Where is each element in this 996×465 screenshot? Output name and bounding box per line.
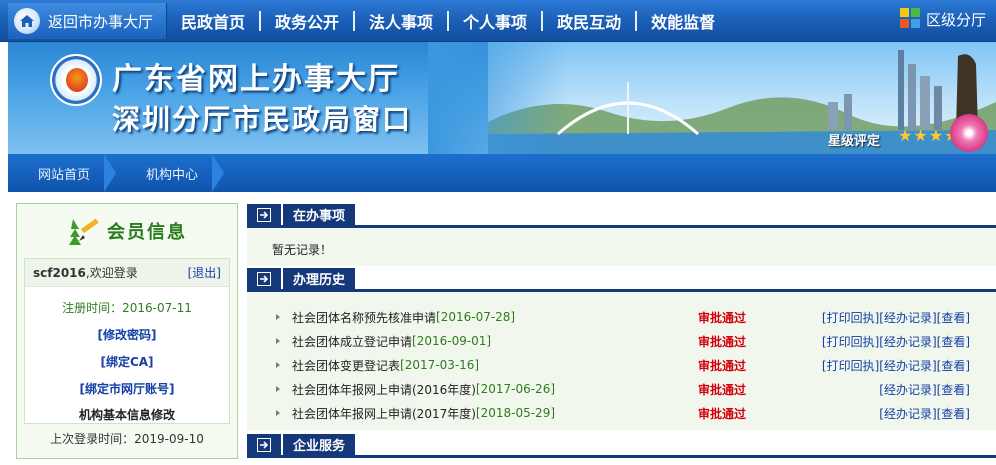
member-info-panel: 会员信息 scf2016,欢迎登录 [退出] 注册时间：2016-07-11 […	[16, 203, 238, 459]
history-item-status: 审批通过	[698, 310, 747, 325]
bind-account-link[interactable]: [绑定市网厅账号]	[25, 380, 229, 397]
bullet-icon	[276, 314, 280, 320]
section-header-in-progress: 在办事项	[247, 204, 996, 228]
section-title-history: 办理历史	[283, 268, 356, 289]
history-item-date: [2016-09-01]	[412, 334, 492, 348]
org-info-edit-link[interactable]: 机构基本信息修改	[25, 406, 229, 423]
member-info-header: 会员信息	[17, 204, 237, 258]
district-branch-link[interactable]: 区级分厅	[899, 8, 986, 30]
flower-decoration	[950, 114, 988, 152]
nav-separator	[353, 11, 356, 31]
banner-title-line1: 广东省网上办事大厅	[112, 62, 400, 97]
history-item-name[interactable]: 社会团体变更登记表	[292, 357, 400, 374]
member-info-title: 会员信息	[107, 222, 187, 243]
nav-separator	[447, 11, 450, 31]
history-item-status: 审批通过	[698, 358, 747, 373]
member-detail-box: scf2016,欢迎登录 [退出] 注册时间：2016-07-11 [修改密码]…	[24, 258, 230, 424]
section-title-in-progress: 在办事项	[283, 204, 356, 225]
guangdong-logo	[50, 54, 102, 106]
site-banner: 广东省网上办事大厅 深圳分厅市民政局窗口 星级评定 ★★★★★	[8, 42, 996, 154]
banner-fade	[428, 42, 568, 154]
breadcrumb-site-home[interactable]: 网站首页	[8, 154, 104, 192]
last-login-time: 上次登录时间：2019-09-10	[50, 432, 204, 446]
nav-personal[interactable]: 个人事项	[449, 9, 541, 33]
welcome-row: scf2016,欢迎登录 [退出]	[25, 259, 229, 287]
history-row[interactable]: 社会团体年报网上申请(2016年度) [2017-06-26] 审批通过 [经办记…	[270, 378, 990, 400]
nav-civil-home[interactable]: 民政首页	[167, 9, 259, 33]
history-item-date: [2018-05-29]	[475, 406, 556, 420]
in-progress-body	[247, 228, 996, 266]
breadcrumb-org-center[interactable]: 机构中心	[116, 154, 212, 192]
return-home-button[interactable]: 返回市办事大厅	[8, 3, 167, 39]
bind-ca-link[interactable]: [绑定CA]	[25, 353, 229, 370]
history-item-name[interactable]: 社会团体年报网上申请(2017年度)	[292, 405, 476, 422]
main-nav: 民政首页 政务公开 法人事项 个人事项 政民互动 效能监督	[167, 0, 729, 42]
top-nav-bar: 返回市办事大厅 民政首页 政务公开 法人事项 个人事项 政民互动 效能监督 区级…	[0, 0, 996, 42]
arrow-right-icon	[247, 434, 281, 455]
history-item-status: 审批通过	[698, 382, 747, 397]
nav-interaction[interactable]: 政民互动	[543, 9, 635, 33]
section-title-enterprise: 企业服务	[283, 434, 356, 455]
breadcrumb: 网站首页 机构中心	[8, 154, 996, 192]
nav-separator	[635, 11, 638, 31]
logout-link[interactable]: [退出]	[188, 264, 221, 281]
username: scf2016	[33, 266, 86, 280]
history-item-actions[interactable]: [打印回执][经办记录][查看]	[822, 357, 970, 374]
nav-gov-affairs[interactable]: 政务公开	[261, 9, 353, 33]
history-row[interactable]: 社会团体变更登记表 [2017-03-16] 审批通过 [打印回执][经办记录][…	[270, 354, 990, 376]
history-item-name[interactable]: 社会团体年报网上申请(2016年度)	[292, 381, 476, 398]
history-item-actions[interactable]: [经办记录][查看]	[879, 381, 970, 398]
welcome-line: scf2016,欢迎登录	[33, 264, 138, 281]
section-header-enterprise: 企业服务	[247, 434, 996, 458]
history-item-status: 审批通过	[698, 334, 747, 349]
nav-legal-entity[interactable]: 法人事项	[355, 9, 447, 33]
history-row[interactable]: 社会团体成立登记申请 [2016-09-01] 审批通过 [打印回执][经办记录]…	[270, 330, 990, 352]
return-home-label: 返回市办事大厅	[48, 12, 154, 31]
empty-record-text: 暂无记录！	[272, 243, 333, 257]
history-item-name[interactable]: 社会团体成立登记申请	[292, 333, 412, 350]
breadcrumb-arrow	[212, 154, 225, 192]
nav-separator	[259, 11, 262, 31]
nav-supervision[interactable]: 效能监督	[637, 9, 729, 33]
history-item-name[interactable]: 社会团体名称预先核准申请	[292, 309, 436, 326]
bullet-icon	[276, 410, 280, 416]
history-item-date: [2017-06-26]	[475, 382, 556, 396]
history-row[interactable]: 社会团体名称预先核准申请 [2016-07-28] 审批通过 [打印回执][经办记…	[270, 306, 990, 328]
section-header-history: 办理历史	[247, 268, 996, 292]
pencil-tree-icon	[67, 215, 101, 247]
arrow-right-icon	[247, 268, 281, 289]
banner-title-line2: 深圳分厅市民政局窗口	[112, 103, 413, 136]
nav-separator	[541, 11, 544, 31]
bullet-icon	[276, 362, 280, 368]
home-icon	[14, 8, 40, 34]
bullet-icon	[276, 338, 280, 344]
change-password-link[interactable]: [修改密码]	[25, 326, 229, 343]
district-blocks-icon	[899, 8, 922, 30]
history-item-actions[interactable]: [打印回执][经办记录][查看]	[822, 309, 970, 326]
history-row[interactable]: 社会团体年报网上申请(2017年度) [2018-05-29] 审批通过 [经办记…	[270, 402, 990, 424]
bullet-icon	[276, 386, 280, 392]
registration-time: 注册时间：2016-07-11	[62, 301, 192, 315]
history-item-status: 审批通过	[698, 406, 747, 421]
breadcrumb-arrow	[104, 154, 117, 192]
history-item-date: [2016-07-28]	[436, 310, 516, 324]
welcome-text: ,欢迎登录	[85, 266, 138, 280]
history-item-actions[interactable]: [经办记录][查看]	[879, 405, 970, 422]
star-rating-label: 星级评定	[828, 134, 881, 149]
history-item-actions[interactable]: [打印回执][经办记录][查看]	[822, 333, 970, 350]
district-branch-label: 区级分厅	[925, 10, 986, 29]
history-item-date: [2017-03-16]	[400, 358, 480, 372]
arrow-right-icon	[247, 204, 281, 225]
